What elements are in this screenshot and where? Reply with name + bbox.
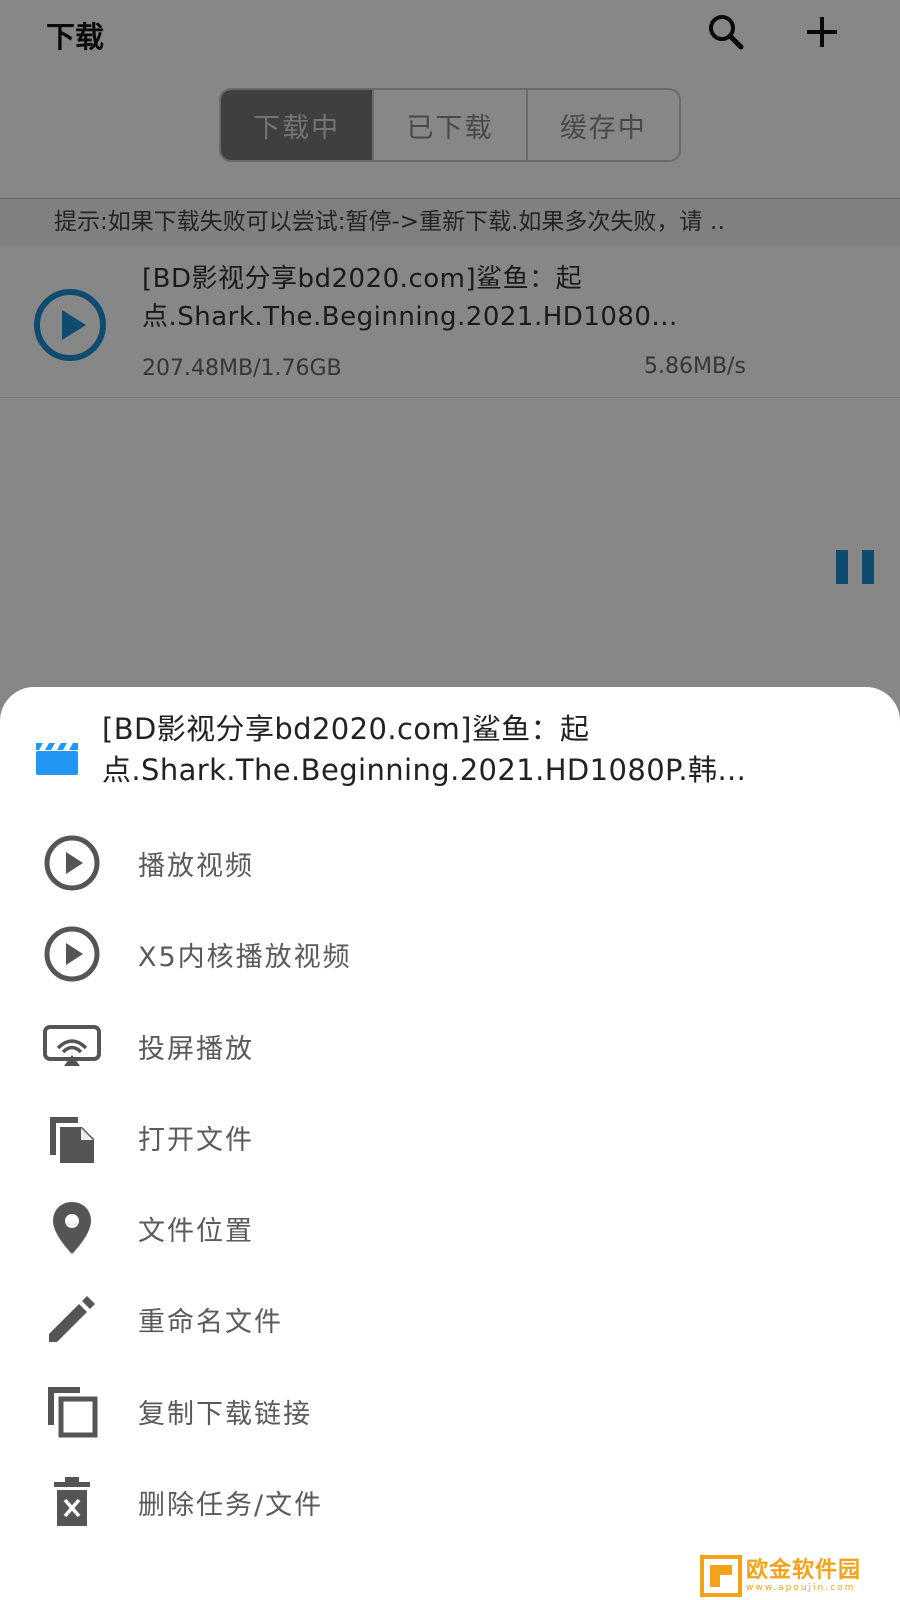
menu-item-play-video[interactable]: 播放视频	[0, 817, 900, 908]
cast-icon	[43, 1024, 101, 1066]
play-circle-icon	[44, 926, 100, 982]
menu-item-label: 重命名文件	[138, 1307, 283, 1339]
menu-item-label: X5内核播放视频	[138, 942, 352, 974]
watermark-logo-icon	[700, 1555, 742, 1597]
menu-item-label: 打开文件	[138, 1124, 254, 1156]
menu-item-x5-play-video[interactable]: X5内核播放视频	[0, 908, 900, 999]
play-circle-icon	[44, 835, 100, 891]
copy-icon	[48, 1386, 98, 1438]
menu-item-open-file[interactable]: 打开文件	[0, 1091, 900, 1182]
menu-item-copy-link[interactable]: 复制下载链接	[0, 1365, 900, 1456]
file-copy-icon	[50, 1116, 94, 1163]
watermark-text: 欧金软件园	[746, 1557, 862, 1583]
menu-item-delete[interactable]: 删除任务/文件	[0, 1456, 900, 1547]
sheet-file-title: [BD影视分享bd2020.com]鲨鱼：起点.Shark.The.Beginn…	[102, 712, 747, 787]
movie-clapper-icon	[36, 743, 78, 775]
action-bottom-sheet: [BD影视分享bd2020.com]鲨鱼：起点.Shark.The.Beginn…	[0, 687, 900, 1600]
trash-icon	[54, 1477, 90, 1527]
action-menu: 播放视频 X5内核播放视频 投屏播放 打开文件 文件位置 重命名文件 复制下载链…	[0, 817, 900, 1547]
watermark-url: www.apoujin.com	[746, 1582, 856, 1593]
pencil-icon	[49, 1296, 95, 1343]
menu-item-label: 投屏播放	[138, 1033, 254, 1065]
sheet-header: [BD影视分享bd2020.com]鲨鱼：起点.Shark.The.Beginn…	[0, 687, 900, 817]
menu-item-cast[interactable]: 投屏播放	[0, 1000, 900, 1091]
menu-item-rename-file[interactable]: 重命名文件	[0, 1273, 900, 1364]
location-pin-icon	[53, 1202, 91, 1255]
menu-item-label: 播放视频	[138, 851, 254, 882]
menu-item-label: 复制下载链接	[138, 1398, 312, 1430]
watermark: 欧金软件园 www.apoujin.com	[700, 1554, 896, 1598]
menu-item-label: 删除任务/文件	[138, 1490, 324, 1522]
menu-item-file-location[interactable]: 文件位置	[0, 1182, 900, 1273]
menu-item-label: 文件位置	[138, 1216, 254, 1248]
